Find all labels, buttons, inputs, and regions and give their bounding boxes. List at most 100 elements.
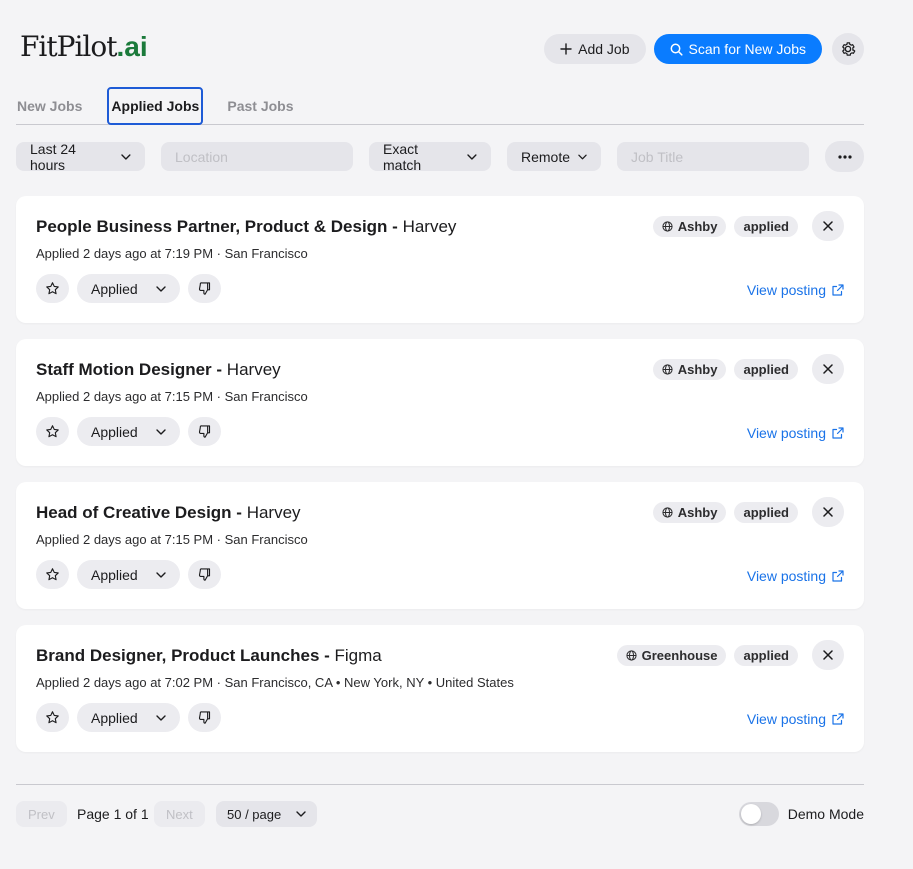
location-input[interactable] xyxy=(175,148,339,165)
source-badge: Ashby xyxy=(652,501,727,523)
view-posting-link[interactable]: View posting xyxy=(747,425,844,441)
close-icon xyxy=(823,364,833,374)
job-actions: Applied xyxy=(36,560,221,589)
status-badge: applied xyxy=(734,501,798,523)
job-card: Staff Motion Designer - Harvey Applied 2… xyxy=(16,339,864,466)
job-meta: Applied 2 days ago at 7:15 PM · San Fran… xyxy=(36,389,308,404)
application-status-select[interactable]: Applied xyxy=(77,560,180,589)
close-icon xyxy=(823,650,833,660)
demo-mode-toggle[interactable] xyxy=(738,802,779,826)
status-badge: applied xyxy=(734,215,798,237)
match-mode-value: Exact match xyxy=(383,140,422,173)
dislike-button[interactable] xyxy=(188,274,221,303)
dismiss-button[interactable] xyxy=(812,211,844,241)
job-company: Figma xyxy=(334,646,382,665)
logo: FitPilot.ai xyxy=(20,30,148,63)
location-filter xyxy=(161,142,353,171)
prev-page-button[interactable]: Prev xyxy=(16,801,67,827)
application-status-select[interactable]: Applied xyxy=(77,274,180,303)
tab-bar: New Jobs Applied Jobs Past Jobs xyxy=(16,87,864,125)
dislike-button[interactable] xyxy=(188,560,221,589)
job-meta: Applied 2 days ago at 7:02 PM · San Fran… xyxy=(36,675,514,690)
job-tags: Ashby applied xyxy=(652,354,844,384)
star-icon xyxy=(46,568,59,581)
dismiss-button[interactable] xyxy=(812,640,844,670)
external-link-icon xyxy=(832,570,844,582)
header: FitPilot.ai Add Job Scan for New Jobs xyxy=(16,0,864,96)
per-page-value: 50 / page xyxy=(227,806,282,822)
view-posting-link[interactable]: View posting xyxy=(747,711,844,727)
application-status-select[interactable]: Applied xyxy=(77,417,180,446)
thumbs-down-icon xyxy=(198,711,211,724)
add-job-button[interactable]: Add Job xyxy=(544,34,646,64)
job-meta: Applied 2 days ago at 7:15 PM · San Fran… xyxy=(36,532,308,547)
favorite-button[interactable] xyxy=(36,417,69,446)
per-page-select[interactable]: 50 / page xyxy=(216,801,317,827)
job-company: Harvey xyxy=(246,503,301,522)
page-indicator: Page 1 of 1 xyxy=(77,806,149,822)
application-status-value: Applied xyxy=(91,280,138,297)
toggle-knob xyxy=(740,804,761,824)
chevron-down-icon xyxy=(296,811,306,817)
dismiss-button[interactable] xyxy=(812,497,844,527)
demo-mode: Demo Mode xyxy=(738,802,864,826)
job-company: Harvey xyxy=(402,217,457,236)
favorite-button[interactable] xyxy=(36,560,69,589)
source-badge: Ashby xyxy=(652,358,727,380)
close-icon xyxy=(823,221,833,231)
job-actions: Applied xyxy=(36,417,221,446)
next-page-button[interactable]: Next xyxy=(154,801,205,827)
scan-jobs-button[interactable]: Scan for New Jobs xyxy=(653,34,822,64)
globe-icon xyxy=(662,220,673,232)
view-posting-link[interactable]: View posting xyxy=(747,568,844,584)
time-range-value: Last 24 hours xyxy=(30,140,76,173)
favorite-button[interactable] xyxy=(36,703,69,732)
time-range-select[interactable]: Last 24 hours xyxy=(16,140,145,173)
job-title-input[interactable] xyxy=(631,148,795,165)
view-posting-link[interactable]: View posting xyxy=(747,282,844,298)
search-icon xyxy=(670,43,683,56)
footer-divider xyxy=(16,784,864,785)
tab-new-jobs[interactable]: New Jobs xyxy=(17,88,82,125)
source-badge: Ashby xyxy=(652,215,727,237)
more-filters-button[interactable] xyxy=(825,141,864,172)
source-badge: Greenhouse xyxy=(616,644,727,666)
job-title: Head of Creative Design - Harvey xyxy=(36,503,301,523)
job-card: Head of Creative Design - Harvey Applied… xyxy=(16,482,864,609)
gear-icon xyxy=(842,42,856,56)
application-status-select[interactable]: Applied xyxy=(77,703,180,732)
source-label: Greenhouse xyxy=(641,647,718,663)
chevron-down-icon xyxy=(156,571,166,578)
tab-applied-jobs[interactable]: Applied Jobs xyxy=(107,87,204,125)
plus-icon xyxy=(560,43,572,55)
job-title: Brand Designer, Product Launches - Figma xyxy=(36,646,382,666)
view-posting-label: View posting xyxy=(746,711,826,727)
job-meta: Applied 2 days ago at 7:19 PM · San Fran… xyxy=(36,246,308,261)
dislike-button[interactable] xyxy=(188,417,221,446)
job-role: Brand Designer, Product Launches - xyxy=(36,646,330,665)
job-title-filter xyxy=(617,142,809,171)
chevron-down-icon xyxy=(156,428,166,435)
match-mode-select[interactable]: Exact match xyxy=(369,140,491,173)
star-icon xyxy=(46,282,59,295)
job-company: Harvey xyxy=(226,360,281,379)
app: FitPilot.ai Add Job Scan for New Jobs Ne… xyxy=(16,0,864,827)
chevron-down-icon xyxy=(578,154,587,159)
job-role: People Business Partner, Product & Desig… xyxy=(36,217,398,236)
more-horizontal-icon xyxy=(837,154,852,159)
work-type-select[interactable]: Remote xyxy=(507,142,601,171)
star-icon xyxy=(46,711,59,724)
source-label: Ashby xyxy=(677,504,718,520)
source-label: Ashby xyxy=(677,361,718,377)
job-actions: Applied xyxy=(36,274,221,303)
tab-past-jobs[interactable]: Past Jobs xyxy=(227,88,293,125)
logo-suffix: .ai xyxy=(116,31,148,62)
settings-button[interactable] xyxy=(832,33,864,65)
job-tags: Ashby applied xyxy=(652,211,844,241)
favorite-button[interactable] xyxy=(36,274,69,303)
header-actions: Add Job Scan for New Jobs xyxy=(544,33,864,65)
dislike-button[interactable] xyxy=(188,703,221,732)
dismiss-button[interactable] xyxy=(812,354,844,384)
job-tags: Ashby applied xyxy=(652,497,844,527)
external-link-icon xyxy=(832,713,844,725)
